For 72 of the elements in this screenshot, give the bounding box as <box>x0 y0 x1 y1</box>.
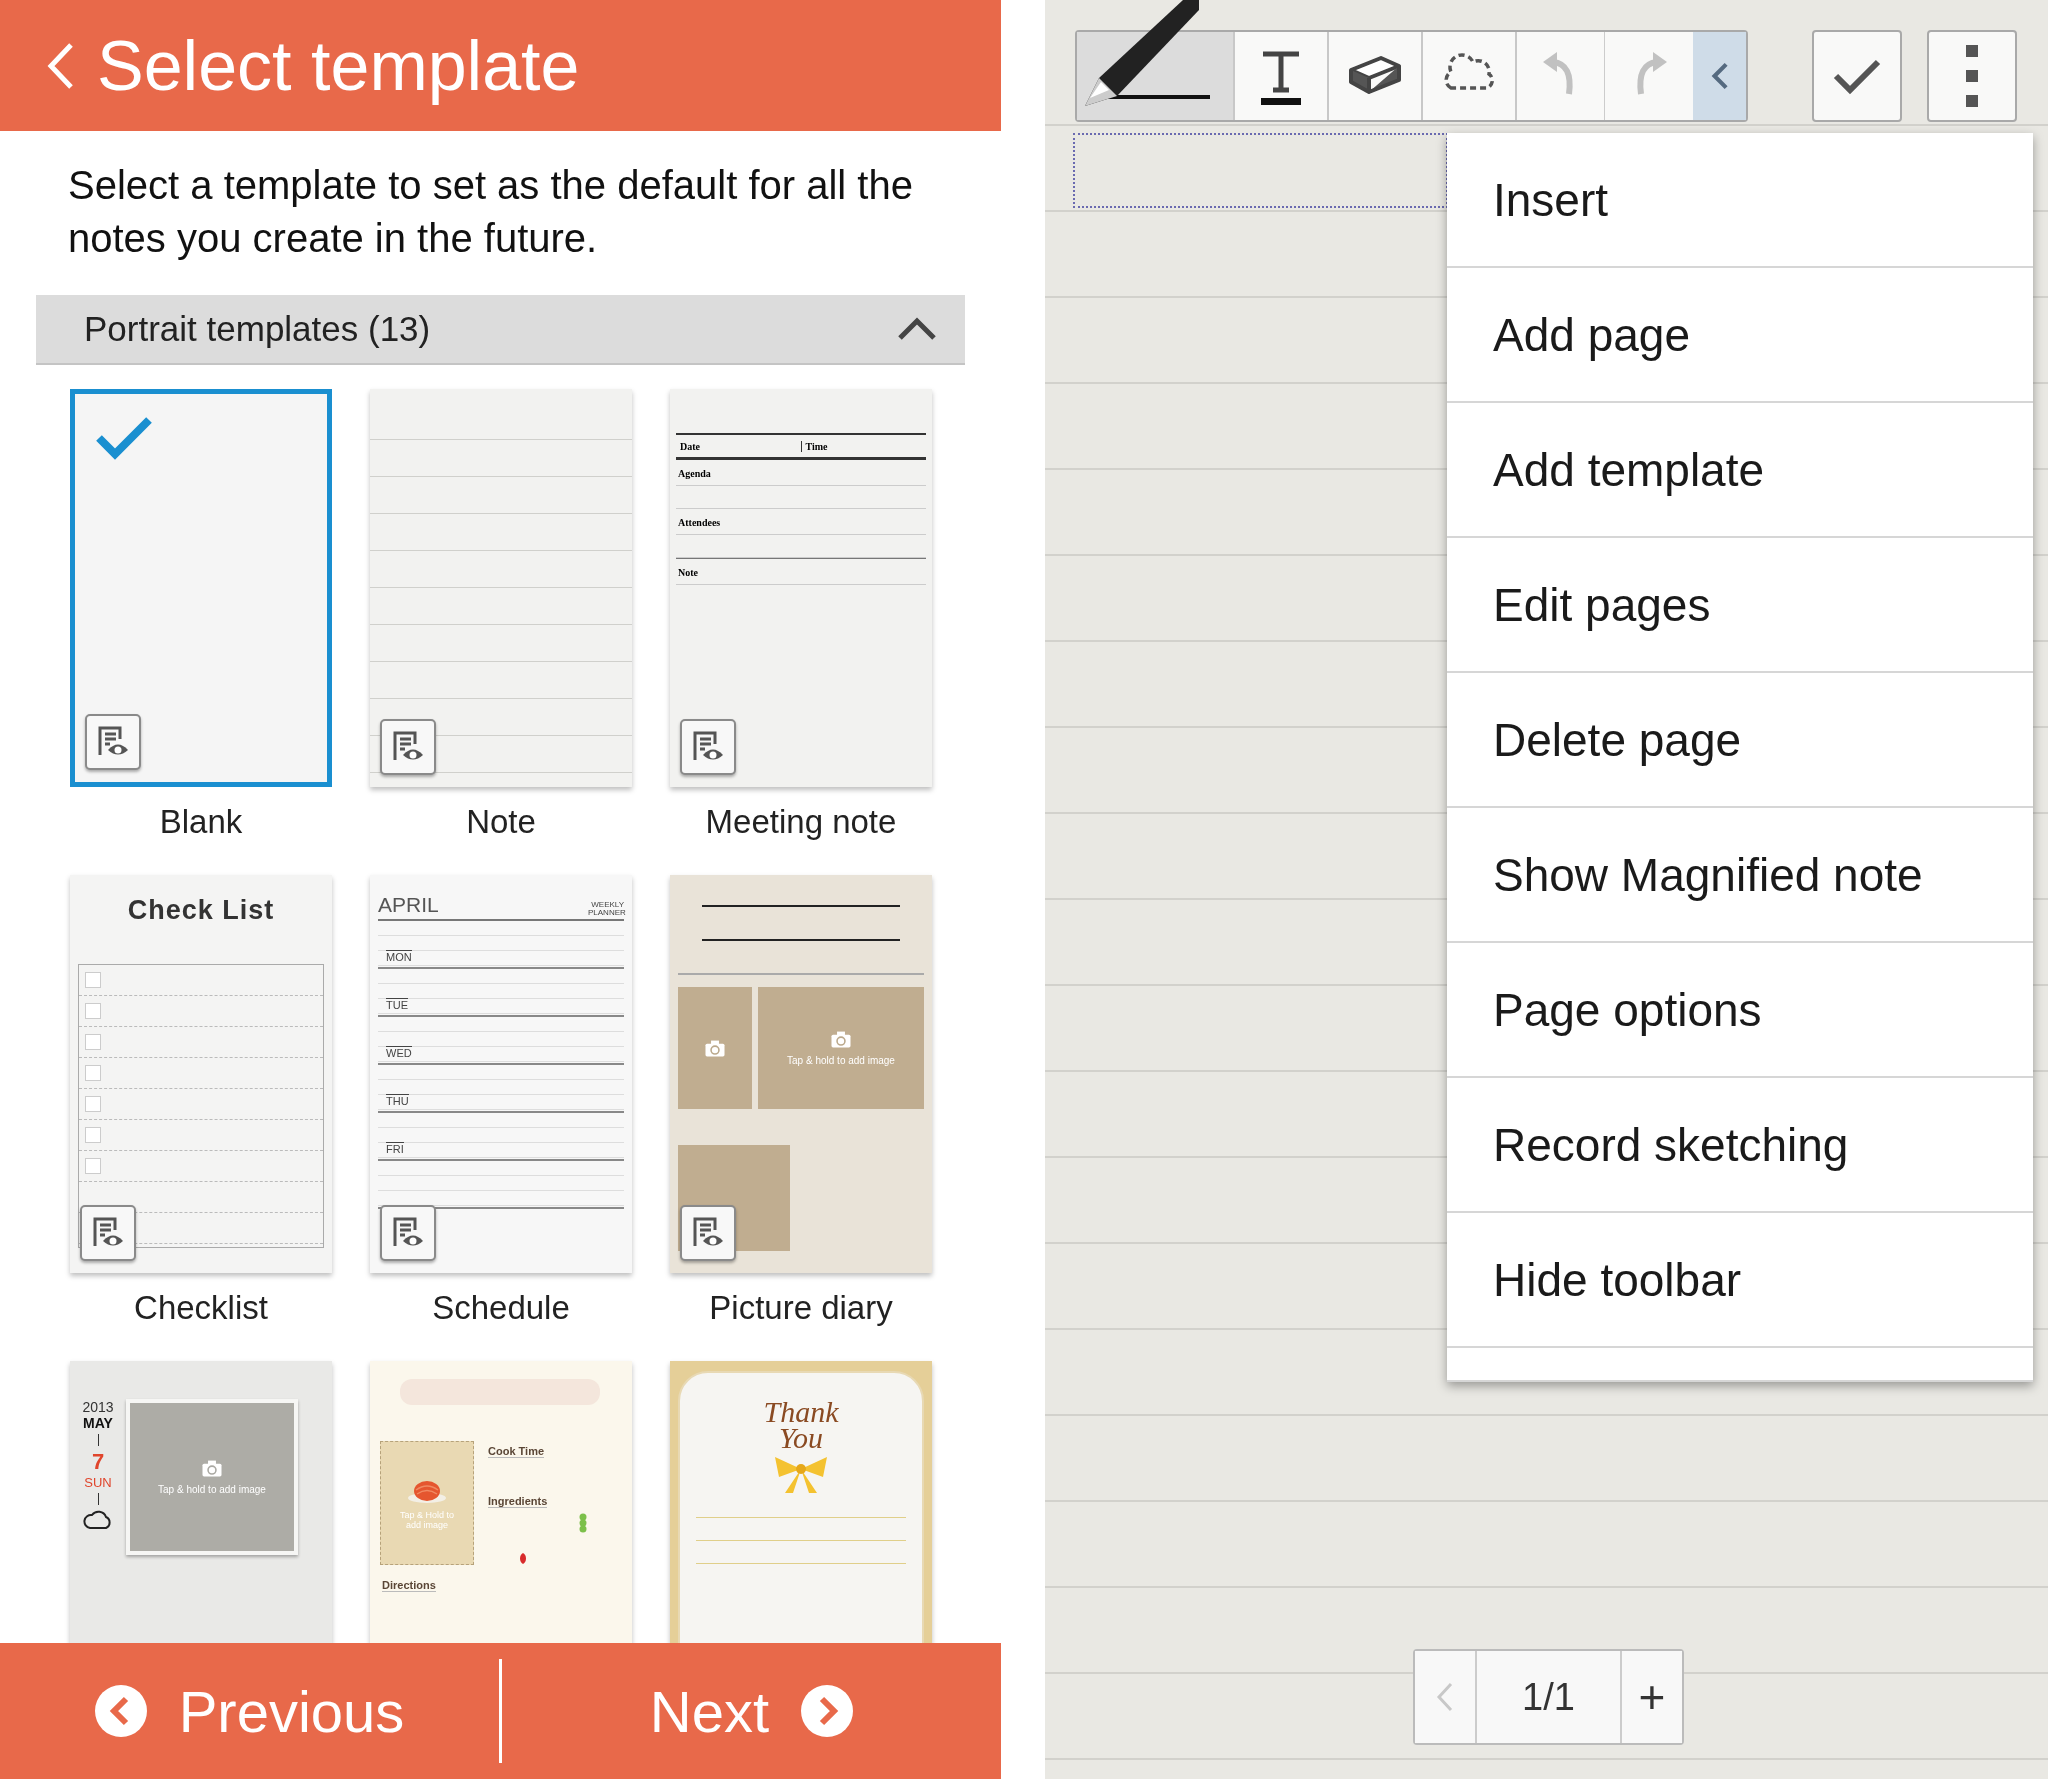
section-header[interactable]: Portrait templates (13) <box>36 295 965 365</box>
template-thumbnail[interactable]: 2013 MAY 7 SUN Tap & hold to add image <box>70 1361 332 1643</box>
preview-button[interactable] <box>80 1205 136 1261</box>
chevron-left-icon <box>94 1685 147 1737</box>
screen-title: Select template <box>97 25 580 106</box>
menu-item[interactable]: Add page <box>1447 268 2033 403</box>
section-label: Portrait templates (13) <box>84 309 431 349</box>
menu-item[interactable]: Hide toolbar <box>1447 1213 2033 1348</box>
image-hint: Tap & Hold to add image <box>399 1510 455 1530</box>
menu-item[interactable]: Show Magnified note <box>1447 808 2033 943</box>
section-label: Directions <box>382 1579 436 1592</box>
template-thumbnail[interactable]: Check List <box>70 875 332 1273</box>
weekday-label: SUN <box>84 1475 112 1490</box>
section-label: Attendees <box>676 509 926 535</box>
section-label: Note <box>676 558 926 585</box>
section-label: Cook Time <box>488 1445 545 1458</box>
planner-label: WEEKLY PLANNER <box>588 901 624 917</box>
template-name: Note <box>466 803 536 841</box>
menu-item[interactable]: Insert <box>1447 133 2033 268</box>
description-text: Select a template to set as the default for all the notes you create in the future. <box>68 162 914 262</box>
template-thumbnail[interactable]: Date Time Agenda Attendees Note <box>670 389 932 787</box>
template-name: Schedule <box>432 1289 570 1327</box>
day-label: FRI <box>386 1142 404 1155</box>
template-name: Checklist <box>134 1289 268 1327</box>
image-hint: Tap & hold to add image <box>787 1055 895 1066</box>
peas-icon <box>578 1513 588 1533</box>
menu-item[interactable]: Add template <box>1447 403 2033 538</box>
year-label: 2013 <box>82 1399 114 1415</box>
preview-button[interactable] <box>680 719 736 775</box>
template-name: Meeting note <box>705 803 897 841</box>
chevron-left-icon <box>1435 1681 1455 1713</box>
template-name: Blank <box>159 803 243 841</box>
chevron-right-icon <box>801 1685 854 1737</box>
image-hint: Tap & hold to add image <box>158 1484 266 1495</box>
preview-button[interactable] <box>85 714 141 770</box>
menu-item[interactable]: Page options <box>1447 943 2033 1078</box>
menu-item[interactable]: Edit pages <box>1447 538 2033 673</box>
collapse-tool-button[interactable] <box>1693 32 1746 120</box>
month-label: APRIL <box>378 893 439 917</box>
template-thumbnail[interactable] <box>70 389 332 787</box>
day-label: THU <box>386 1094 409 1107</box>
done-button[interactable] <box>1812 30 1902 122</box>
template-thumbnail[interactable] <box>370 389 632 787</box>
more-icon <box>1965 44 1979 108</box>
camera-icon <box>200 1459 224 1478</box>
cloud-icon <box>83 1508 113 1530</box>
month-label: MAY <box>83 1415 113 1431</box>
day-label: TUE <box>386 998 408 1011</box>
section-label: Ingredients <box>488 1495 548 1508</box>
field-label: Date <box>679 440 701 452</box>
camera-icon <box>829 1030 853 1049</box>
preview-button[interactable] <box>380 719 436 775</box>
template-thumbnail[interactable]: APRIL WEEKLY PLANNER MON TUE WED THU FRI <box>370 875 632 1273</box>
checkmark-icon <box>95 416 153 460</box>
template-name: Picture diary <box>709 1289 893 1327</box>
preview-button[interactable] <box>380 1205 436 1261</box>
menu-item[interactable]: Record sketching <box>1447 1078 2033 1213</box>
more-button[interactable] <box>1927 30 2017 122</box>
field-label: Time <box>800 440 926 452</box>
greeting-text: Thank You <box>762 1399 840 1451</box>
day-label: WED <box>386 1046 412 1059</box>
menu-item[interactable]: Delete page <box>1447 673 2033 808</box>
preview-button[interactable] <box>680 1205 736 1261</box>
strawberry-icon <box>518 1551 528 1565</box>
template-thumbnail[interactable]: Tap & Hold to add image Cook Time Ingredients Directions <box>370 1361 632 1643</box>
day-label: MON <box>386 950 412 963</box>
section-label: Agenda <box>676 460 926 486</box>
add-page-button[interactable]: + <box>1620 1651 1682 1743</box>
camera-icon <box>703 1038 727 1058</box>
checklist-title: Check List <box>126 895 276 926</box>
day-number: 7 <box>91 1449 105 1475</box>
template-thumbnail[interactable]: Thank You <box>670 1361 932 1643</box>
